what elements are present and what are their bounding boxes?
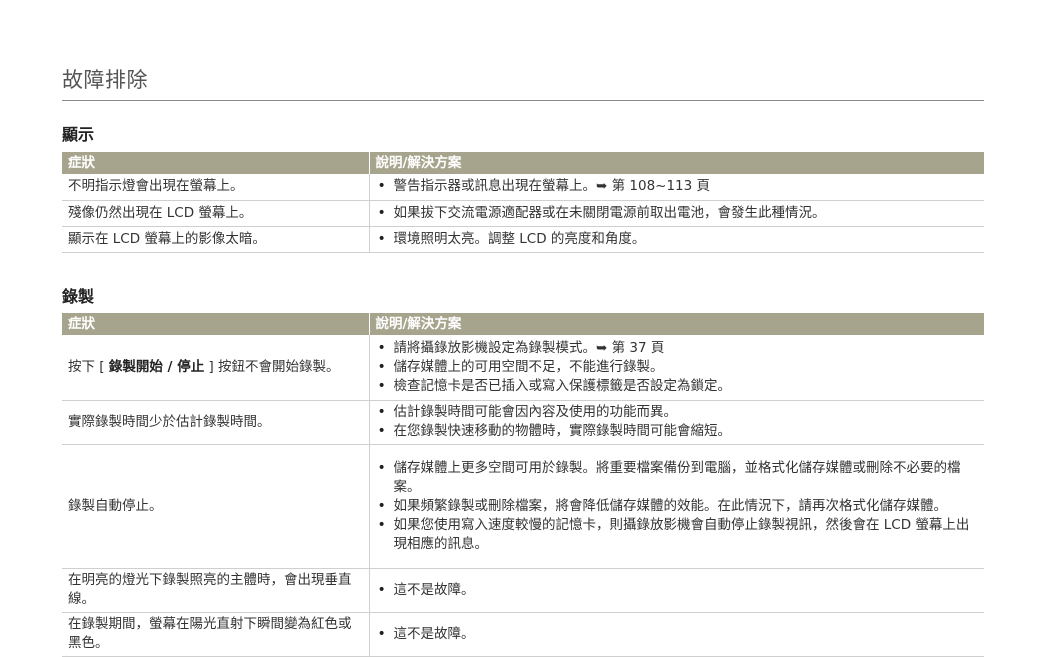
column-header-symptom: 症狀 <box>62 313 369 335</box>
symptom-cell: 按下 [ 錄製開始 / 停止 ] 按鈕不會開始錄製。 <box>62 335 370 401</box>
symptom-cell: 實際錄製時間少於估計錄製時間。 <box>62 400 370 445</box>
solution-cell: 如果拔下交流電源適配器或在未關閉電源前取出電池，會發生此種情況。 <box>369 200 984 227</box>
solution-cell: 這不是故障。 <box>369 612 984 657</box>
solution-cell: 儲存媒體上更多空間可用於錄製。將重要檔案備份到電腦，並格式化儲存媒體或刪除不必要… <box>369 444 984 569</box>
symptom-cell: 錄製自動停止。 <box>62 444 370 569</box>
solution-cell: 這不是故障。 <box>369 568 984 613</box>
table-row: 不明指示燈會出現在螢幕上。 警告指示器或訊息出現在螢幕上。➥ 第 108~113… <box>62 174 984 201</box>
table-row: 在明亮的燈光下錄製照亮的主體時，會出現垂直線。 這不是故障。 <box>62 568 984 613</box>
solution-item: 環境照明太亮。調整 LCD 的亮度和角度。 <box>376 230 979 249</box>
table-row: 在錄製期間，螢幕在陽光直射下瞬間變為紅色或黑色。 這不是故障。 <box>62 612 984 657</box>
table-row: 顯示在 LCD 螢幕上的影像太暗。 環境照明太亮。調整 LCD 的亮度和角度。 <box>62 226 984 253</box>
table-row: 按下 [ 錄製開始 / 停止 ] 按鈕不會開始錄製。 請將攝錄放影機設定為錄製模… <box>62 335 984 401</box>
table-header-row: 症狀 說明/解決方案 <box>62 313 984 335</box>
solution-item: 儲存媒體上更多空間可用於錄製。將重要檔案備份到電腦，並格式化儲存媒體或刪除不必要… <box>376 459 979 497</box>
display-table: 症狀 說明/解決方案 不明指示燈會出現在螢幕上。 警告指示器或訊息出現在螢幕上。… <box>62 152 984 253</box>
solution-item: 估計錄製時間可能會因內容及使用的功能而異。 <box>376 403 979 422</box>
column-header-symptom: 症狀 <box>62 152 369 174</box>
solution-cell: 請將攝錄放影機設定為錄製模式。➥ 第 37 頁 儲存媒體上的可用空間不足，不能進… <box>369 335 984 401</box>
solution-item: 這不是故障。 <box>376 625 979 644</box>
symptom-cell: 殘像仍然出現在 LCD 螢幕上。 <box>62 200 370 227</box>
solution-item: 警告指示器或訊息出現在螢幕上。➥ 第 108~113 頁 <box>376 177 979 196</box>
solution-item: 如果拔下交流電源適配器或在未關閉電源前取出電池，會發生此種情況。 <box>376 204 979 223</box>
section-heading-display: 顯示 <box>62 125 95 144</box>
symptom-cell: 顯示在 LCD 螢幕上的影像太暗。 <box>62 226 370 253</box>
title-divider <box>62 100 984 101</box>
table-row: 實際錄製時間少於估計錄製時間。 估計錄製時間可能會因內容及使用的功能而異。 在您… <box>62 400 984 445</box>
solution-item: 請將攝錄放影機設定為錄製模式。➥ 第 37 頁 <box>376 339 979 358</box>
recording-table: 症狀 說明/解決方案 按下 [ 錄製開始 / 停止 ] 按鈕不會開始錄製。 請將… <box>62 313 984 657</box>
solution-item: 儲存媒體上的可用空間不足，不能進行錄製。 <box>376 358 979 377</box>
solution-cell: 環境照明太亮。調整 LCD 的亮度和角度。 <box>369 226 984 253</box>
page-title: 故障排除 <box>62 68 148 92</box>
solution-cell: 估計錄製時間可能會因內容及使用的功能而異。 在您錄製快速移動的物體時，實際錄製時… <box>369 400 984 445</box>
solution-item: 檢查記憶卡是否已插入或寫入保護標籤是否設定為鎖定。 <box>376 377 979 396</box>
table-row: 殘像仍然出現在 LCD 螢幕上。 如果拔下交流電源適配器或在未關閉電源前取出電池… <box>62 200 984 227</box>
solution-item: 如果頻繁錄製或刪除檔案，將會降低儲存媒體的效能。在此情況下，請再次格式化儲存媒體… <box>376 497 979 516</box>
symptom-prefix: 按下 [ <box>68 358 109 375</box>
table-row: 錄製自動停止。 儲存媒體上更多空間可用於錄製。將重要檔案備份到電腦，並格式化儲存… <box>62 444 984 569</box>
symptom-cell: 在錄製期間，螢幕在陽光直射下瞬間變為紅色或黑色。 <box>62 612 370 657</box>
solution-item: 如果您使用寫入速度較慢的記憶卡，則攝錄放影機會自動停止錄製視訊，然後會在 LCD… <box>376 516 979 554</box>
record-button-label: 錄製開始 / 停止 <box>108 358 205 375</box>
solution-cell: 警告指示器或訊息出現在螢幕上。➥ 第 108~113 頁 <box>369 174 984 201</box>
table-header-row: 症狀 說明/解決方案 <box>62 152 984 174</box>
column-header-solution: 說明/解決方案 <box>368 313 984 335</box>
symptom-cell: 在明亮的燈光下錄製照亮的主體時，會出現垂直線。 <box>62 568 370 613</box>
column-header-solution: 說明/解決方案 <box>368 152 984 174</box>
solution-item: 這不是故障。 <box>376 581 979 600</box>
solution-item: 在您錄製快速移動的物體時，實際錄製時間可能會縮短。 <box>376 422 979 441</box>
symptom-suffix: ] 按鈕不會開始錄製。 <box>204 358 340 375</box>
symptom-cell: 不明指示燈會出現在螢幕上。 <box>62 174 370 201</box>
section-heading-recording: 錄製 <box>62 287 95 306</box>
